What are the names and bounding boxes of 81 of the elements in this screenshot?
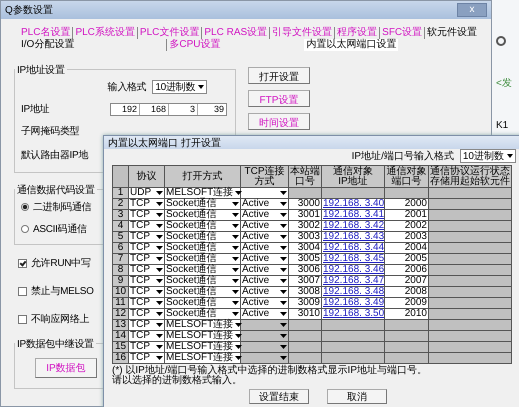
column-header: 通信对象IP地址 [322,166,384,188]
open-method-dropdown[interactable]: MELSOFT连接 [164,342,240,352]
row-number: 7 [112,254,128,264]
settings-tab[interactable]: PLC RAS设置 [201,27,270,39]
row-number: 6 [112,242,128,254]
row-number: 12 [112,308,128,320]
dropdown-arrow-icon [198,85,204,89]
row-number: 2 [112,198,128,210]
row-number: 10 [112,286,128,298]
row-number: 16 [112,352,128,364]
settings-tab[interactable]: 多CPU设置 [166,39,222,51]
format-label: IP地址/端口号输入格式 [352,150,454,163]
checkbox-label: 不响应网络上 [31,312,90,326]
dropdown-arrow-icon [507,154,513,158]
open-method-dropdown[interactable]: Socket通信 [164,308,240,320]
open-method-dropdown[interactable]: Socket通信 [164,242,240,254]
row-number: 1 [112,188,128,198]
checkbox-label: 禁止与MELSO [31,284,94,298]
settings-button[interactable]: FTP设置 [248,90,310,107]
format-select[interactable]: 10进制数 [460,149,516,163]
open-method-dropdown[interactable]: Socket通信 [164,264,240,276]
note-text: (*) 以IP地址/端口号输入格式中选择的进制数格式显示IP地址与端口号。 [112,366,428,376]
column-header: 打开方式 [164,166,240,188]
row-number: 14 [112,330,128,342]
settings-button[interactable]: 时间设置 [248,113,310,130]
panel-text: K1 [496,120,508,131]
checkbox[interactable] [18,286,27,296]
row-number: 3 [112,210,128,220]
open-method-dropdown[interactable]: Socket通信 [164,286,240,298]
radio-button[interactable] [21,203,29,211]
open-method-dropdown[interactable]: Socket通信 [164,210,240,220]
column-header: 通信对象端口号 [384,166,428,188]
open-method-dropdown[interactable]: Socket通信 [164,198,240,210]
group-title: IP数据包中继设置 [15,337,96,351]
panel-text: <发 [496,77,512,90]
checkbox-label: 允许RUN中写 [31,256,91,270]
relay-settings-button[interactable]: IP数据包 [35,358,97,378]
row-number: 8 [112,264,128,276]
settings-button[interactable]: 打开设置 [248,67,310,84]
row-number: 11 [112,298,128,308]
column-header: 本站端口号 [288,166,322,188]
radio-button[interactable] [21,225,29,233]
row-number: 15 [112,342,128,352]
subnet-label: 子网掩码类型 [21,124,80,139]
row-number: 13 [112,320,128,330]
row-number: 4 [112,220,128,232]
open-method-dropdown[interactable]: Socket通信 [164,232,240,242]
dialog-title: 内置以太网端口 打开设置 [108,136,221,150]
open-method-dropdown[interactable]: MELSOFT连接 [164,352,240,364]
ip-label: IP地址 [21,102,50,116]
open-method-dropdown[interactable]: Socket通信 [164,276,240,286]
checkbox[interactable] [18,314,27,324]
open-method-dropdown[interactable]: MELSOFT连接 [164,188,240,198]
group-title: IP地址设置 [15,63,67,77]
window-title: Q参数设置 [5,4,53,17]
row-number: 5 [112,232,128,242]
settings-tab[interactable]: PLC名设置 [19,27,72,39]
settings-tab[interactable]: I/O分配设置 [19,39,76,51]
row-number: 9 [112,276,128,286]
radio-label: 二进制码通信 [33,200,92,214]
column-header: 通信协议运行状态存储用起始软元件 [428,166,512,188]
radio-label: ASCII码通信 [33,222,87,236]
dialog-button[interactable]: 取消 [327,389,387,404]
settings-tab[interactable]: PLC系统设置 [72,27,137,39]
open-method-dropdown[interactable]: Socket通信 [164,220,240,232]
column-header: 协议 [128,166,164,188]
open-method-dropdown[interactable]: Socket通信 [164,298,240,308]
format-label: 输入格式 [108,80,146,94]
format-select[interactable]: 10进制数 [152,80,207,94]
checkbox[interactable] [18,258,27,268]
dialog-button[interactable]: 设置结束 [249,389,309,404]
settings-tab[interactable]: 软元件设置 [424,27,480,39]
router-label: 默认路由器IP地 [21,148,88,163]
group-title: 通信数据代码设置 [15,183,97,197]
settings-tab[interactable]: PLC文件设置 [136,27,202,39]
column-header: TCP连接方式 [240,166,288,188]
note-text: 请以选择的进制数格式输入。 [112,376,243,386]
open-method-dropdown[interactable]: MELSOFT连接 [164,330,240,342]
settings-tab[interactable]: 内置以太网端口设置 [304,39,398,51]
open-method-dropdown[interactable]: MELSOFT连接 [164,320,240,330]
open-method-dropdown[interactable]: Socket通信 [164,254,240,264]
